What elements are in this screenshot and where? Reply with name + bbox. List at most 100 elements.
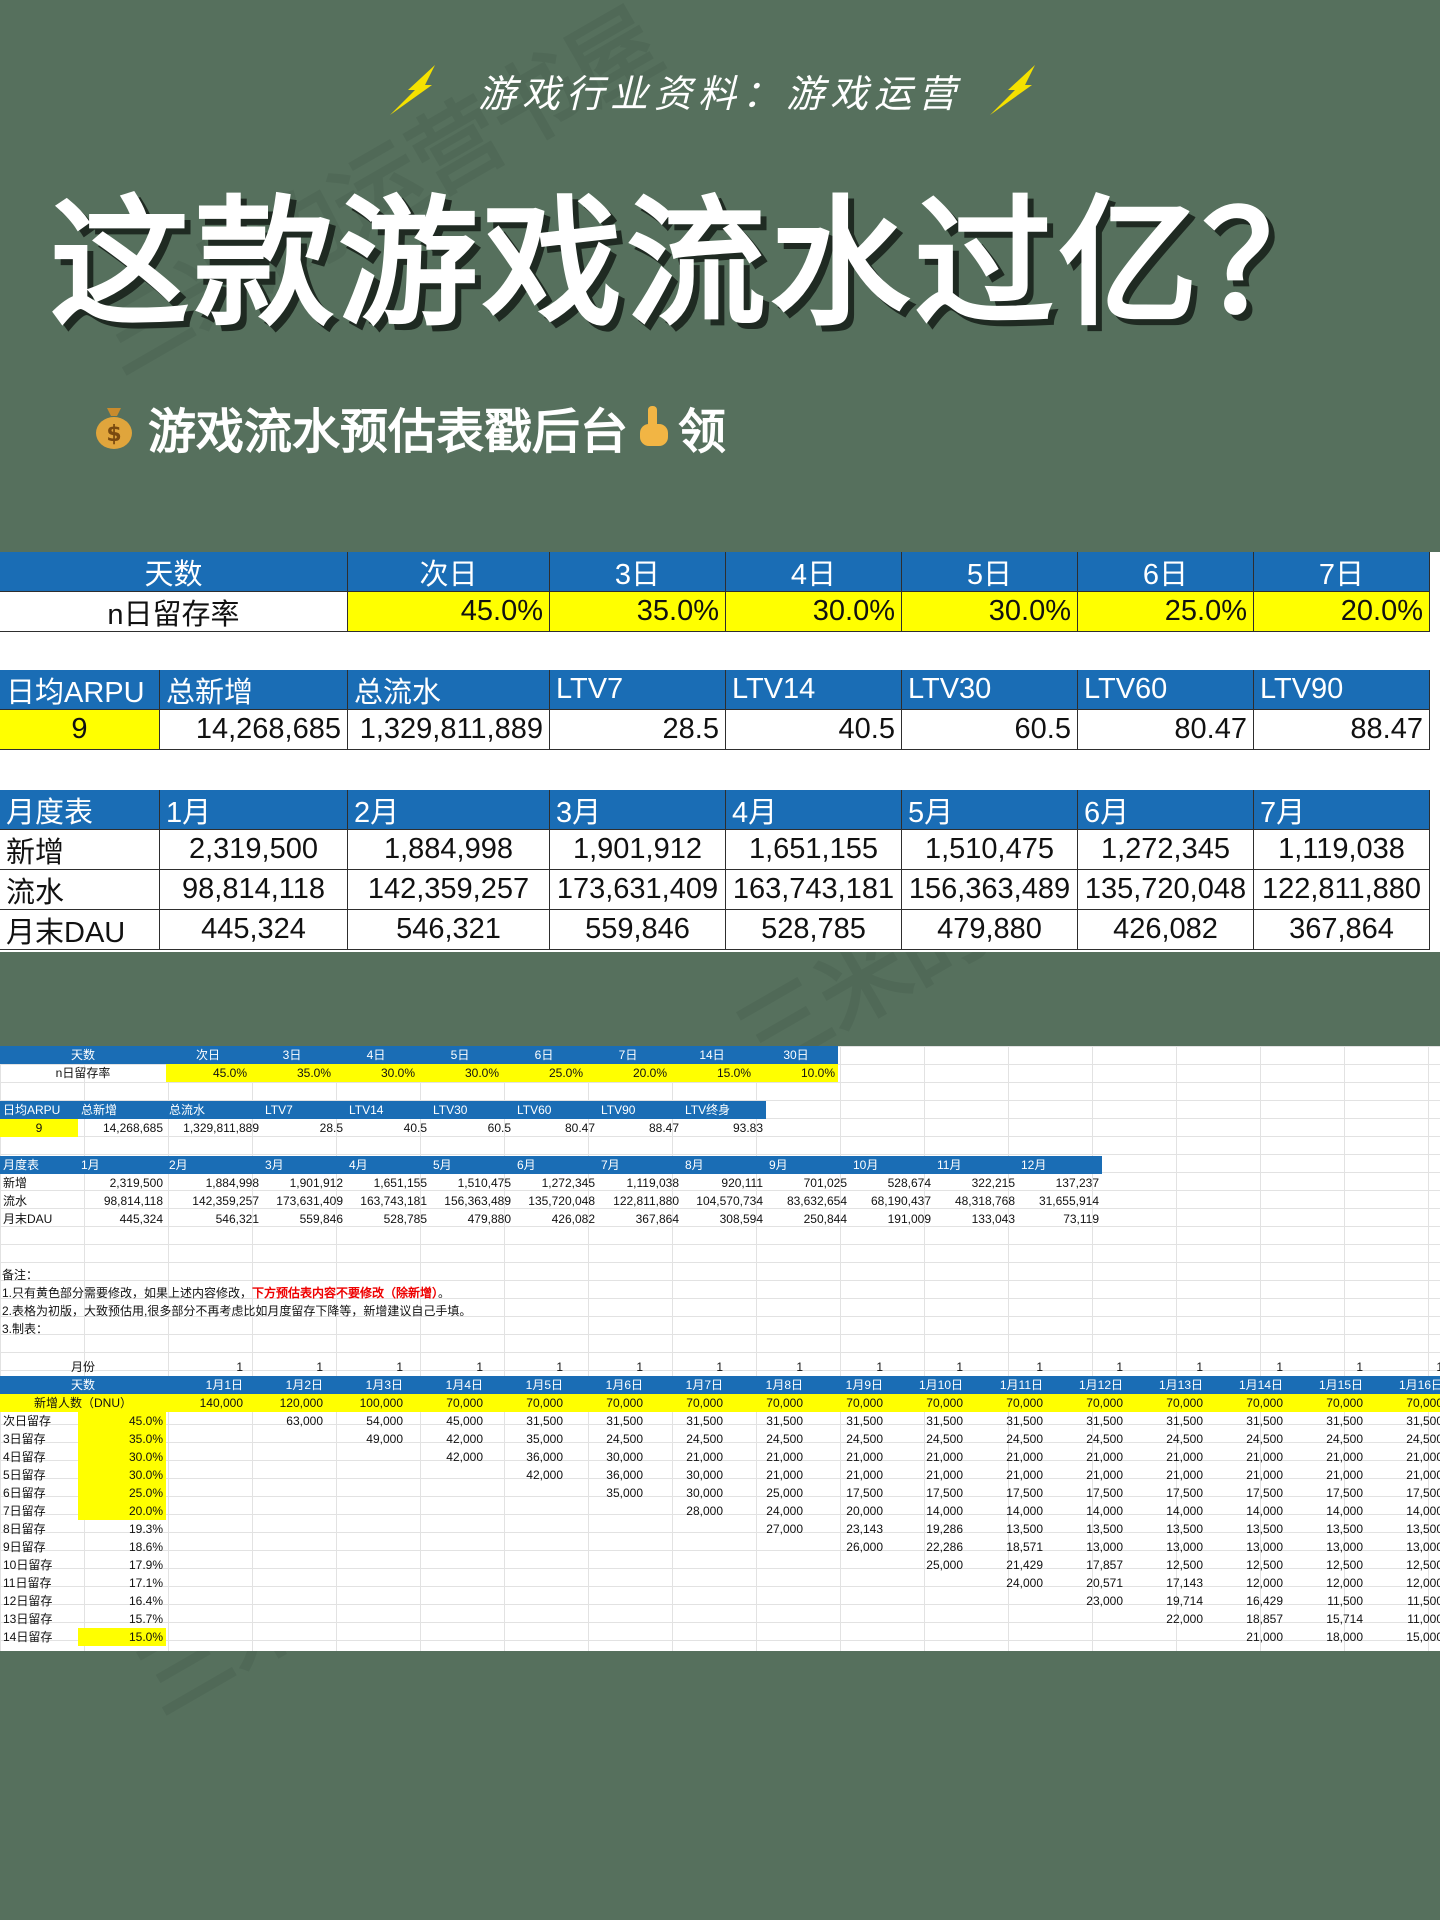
summary-value: 28.5 (550, 710, 726, 750)
day-header: 次日 (348, 552, 550, 592)
forecast-dnu-cell[interactable]: 70,000 (1206, 1394, 1286, 1412)
sheet-summary-header: LTV14 (346, 1101, 430, 1119)
forecast-month-label: 月份 (70, 1360, 95, 1374)
forecast-cell: 12,500 (1406, 1558, 1440, 1572)
sheet-days-label: 天数 (0, 1046, 166, 1064)
sheet-rate-cell[interactable]: 30.0% (418, 1064, 502, 1082)
forecast-cell: 17,500 (1246, 1486, 1283, 1500)
sheet-day-header: 14日 (670, 1046, 754, 1064)
forecast-cell: 63,000 (286, 1414, 323, 1428)
monthly-cell: 163,743,181 (726, 870, 902, 910)
forecast-cell: 17,500 (926, 1486, 963, 1500)
sheet-rate-cell[interactable]: 20.0% (586, 1064, 670, 1082)
sheet-rate-cell[interactable]: 30.0% (334, 1064, 418, 1082)
monthly-cell: 1,651,155 (726, 830, 902, 870)
monthly-header: 月度表 (0, 790, 160, 830)
sheet-monthly-cell: 173,631,409 (276, 1194, 343, 1208)
forecast-rate-cell[interactable]: 35.0% (78, 1430, 166, 1448)
rate-cell[interactable]: 35.0% (550, 592, 726, 632)
forecast-rate-cell[interactable]: 30.0% (78, 1448, 166, 1466)
forecast-cell: 16,429 (1246, 1594, 1283, 1608)
forecast-cell: 13,500 (1246, 1522, 1283, 1536)
sheet-summary-header: LTV终身 (682, 1101, 766, 1119)
forecast-cell: 21,000 (1086, 1450, 1123, 1464)
forecast-row-label: 12日留存 (3, 1594, 53, 1608)
forecast-dnu-cell[interactable]: 140,000 (166, 1394, 246, 1412)
sheet-rate-cell[interactable]: 25.0% (502, 1064, 586, 1082)
forecast-dnu-cell[interactable]: 70,000 (726, 1394, 806, 1412)
forecast-cell: 21,000 (846, 1468, 883, 1482)
forecast-dnu-cell[interactable]: 100,000 (326, 1394, 406, 1412)
forecast-cell: 14,000 (1246, 1504, 1283, 1518)
forecast-month-cell: 1 (1276, 1360, 1283, 1374)
sheet-monthly-header: 12月 (1018, 1156, 1102, 1174)
sheet-summary-header: LTV30 (430, 1101, 514, 1119)
forecast-dnu-cell[interactable]: 70,000 (806, 1394, 886, 1412)
forecast-dnu-cell[interactable]: 70,000 (966, 1394, 1046, 1412)
forecast-dnu-cell[interactable]: 70,000 (1126, 1394, 1206, 1412)
forecast-dnu-cell[interactable]: 70,000 (1366, 1394, 1440, 1412)
sheet-rate-cell[interactable]: 35.0% (250, 1064, 334, 1082)
sheet-rate-cell[interactable]: 45.0% (166, 1064, 250, 1082)
sheet-rate-cell[interactable]: 15.0% (670, 1064, 754, 1082)
forecast-dnu-cell[interactable]: 70,000 (1286, 1394, 1366, 1412)
forecast-date-header: 1月10日 (886, 1376, 966, 1394)
monthly-cell: 479,880 (902, 910, 1078, 950)
forecast-rate-cell[interactable]: 30.0% (78, 1466, 166, 1484)
forecast-cell: 36,000 (606, 1468, 643, 1482)
summary-header: 总流水 (348, 670, 550, 710)
sheet-monthly-cell: 156,363,489 (444, 1194, 511, 1208)
forecast-cell: 17,857 (1086, 1558, 1123, 1572)
summary-value: 80.47 (1078, 710, 1254, 750)
monthly-row: 新增 2,319,500 1,884,998 1,901,912 1,651,155 1,… (0, 830, 1430, 870)
forecast-month-cell: 1 (956, 1360, 963, 1374)
sheet-rate-cell[interactable]: 10.0% (754, 1064, 838, 1082)
day-header: 5日 (902, 552, 1078, 592)
forecast-cell: 24,500 (1246, 1432, 1283, 1446)
forecast-dnu-cell[interactable]: 70,000 (486, 1394, 566, 1412)
forecast-cell: 18,857 (1246, 1612, 1283, 1626)
forecast-rate-cell[interactable]: 20.0% (78, 1502, 166, 1520)
sheet-summary-header: LTV7 (262, 1101, 346, 1119)
sheet-monthly-cell: 559,846 (299, 1212, 343, 1226)
forecast-rate-cell[interactable]: 25.0% (78, 1484, 166, 1502)
forecast-cell: 11,500 (1327, 1594, 1363, 1608)
forecast-dnu-cell[interactable]: 70,000 (646, 1394, 726, 1412)
forecast-dnu-cell[interactable]: 70,000 (1046, 1394, 1126, 1412)
forecast-date-header: 1月15日 (1286, 1376, 1366, 1394)
monthly-row-label: 流水 (0, 870, 160, 910)
arpu-cell[interactable]: 9 (0, 710, 160, 750)
sheet-summary-header: LTV60 (514, 1101, 598, 1119)
forecast-rate-cell: 18.6% (128, 1540, 163, 1554)
sheet-summary-value: 1,329,811,889 (183, 1121, 259, 1135)
forecast-date-header: 1月5日 (486, 1376, 566, 1394)
forecast-date-header: 1月2日 (246, 1376, 326, 1394)
forecast-rate-cell[interactable]: 15.0% (78, 1628, 166, 1646)
forecast-dnu-cell[interactable]: 70,000 (886, 1394, 966, 1412)
forecast-cell: 25,000 (766, 1486, 803, 1500)
forecast-dnu-cell[interactable]: 120,000 (246, 1394, 326, 1412)
forecast-cell: 17,500 (1406, 1486, 1440, 1500)
forecast-rate-cell: 19.3% (128, 1522, 163, 1536)
rate-cell[interactable]: 20.0% (1254, 592, 1430, 632)
sheet-monthly-cell: 48,318,768 (954, 1194, 1015, 1208)
sheet-summary-header: 总流水 (166, 1101, 262, 1119)
forecast-cell: 24,500 (1006, 1432, 1043, 1446)
day-header: 6日 (1078, 552, 1254, 592)
forecast-dnu-cell[interactable]: 70,000 (566, 1394, 646, 1412)
rate-cell[interactable]: 45.0% (348, 592, 550, 632)
forecast-cell: 26,000 (846, 1540, 883, 1554)
rate-cell[interactable]: 30.0% (726, 592, 902, 632)
forecast-dnu-cell[interactable]: 70,000 (406, 1394, 486, 1412)
sheet-monthly-cell: 31,655,914 (1038, 1194, 1099, 1208)
sheet-monthly-cell: 1,272,345 (541, 1176, 595, 1190)
sheet-monthly-header: 5月 (430, 1156, 514, 1174)
forecast-cell: 31,500 (1326, 1414, 1363, 1428)
forecast-cell: 31,500 (686, 1414, 723, 1428)
rate-cell[interactable]: 25.0% (1078, 592, 1254, 632)
forecast-rate-cell[interactable]: 45.0% (78, 1412, 166, 1430)
rate-cell[interactable]: 30.0% (902, 592, 1078, 632)
forecast-cell: 21,000 (1326, 1450, 1363, 1464)
sheet-arpu-cell[interactable]: 9 (0, 1119, 78, 1137)
forecast-cell: 35,000 (526, 1432, 563, 1446)
